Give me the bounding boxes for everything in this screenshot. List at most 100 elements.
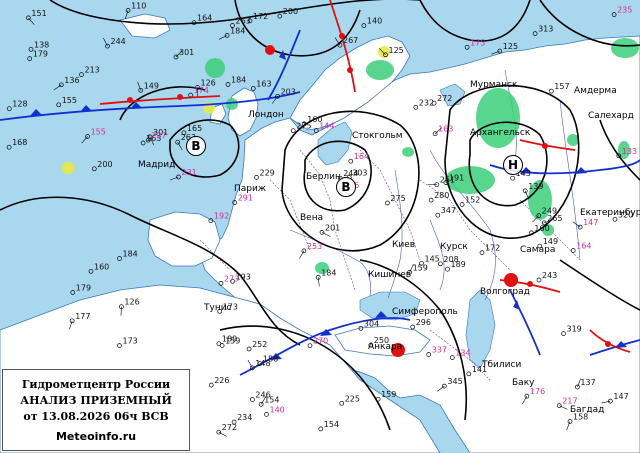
station-pressure-value: 275 bbox=[390, 194, 405, 203]
storm-marker bbox=[504, 273, 518, 287]
station-pressure-value: 148 bbox=[255, 359, 270, 368]
station-pressure-value: 272 bbox=[222, 423, 237, 432]
station-pressure-value: 155 bbox=[91, 128, 106, 137]
station-pressure-value: 154 bbox=[264, 395, 279, 404]
city-tunis: Тунис bbox=[204, 303, 232, 313]
station-pressure-value: 160 bbox=[94, 262, 109, 271]
station-pressure-value: 140 bbox=[270, 405, 285, 414]
precip-9 bbox=[567, 134, 579, 146]
station-pressure-value: 303 bbox=[352, 169, 367, 178]
station-pressure-value: 251 bbox=[440, 176, 455, 185]
station-pressure-value: 232 bbox=[419, 98, 434, 107]
station-pressure-value: 152 bbox=[465, 196, 480, 205]
station-pressure-value: 174 bbox=[194, 86, 209, 95]
station-pressure-value: 164 bbox=[197, 14, 212, 23]
station-pressure-value: 177 bbox=[75, 312, 90, 321]
map-legend: Гидрометцентр России АНАЛИЗ ПРИЗЕМНЫЙ от… bbox=[2, 369, 190, 451]
station-pressure-value: 272 bbox=[437, 94, 452, 103]
station-pressure-value: 337 bbox=[432, 346, 447, 355]
station-pressure-value: 128 bbox=[12, 100, 27, 109]
weather-map: 217 246 200 184 163 144 177 164 157 139 164 189 136 1… bbox=[0, 0, 640, 453]
city-simferopol: Симферополь bbox=[392, 307, 458, 317]
station-pressure-value: 145 bbox=[425, 254, 440, 263]
city-stockholm: Стокгольм bbox=[352, 131, 403, 141]
legend-title: АНАЛИЗ ПРИЗЕМНЫЙ bbox=[20, 394, 172, 407]
station-pressure-value: 179 bbox=[33, 50, 48, 59]
city-ekaterinburg: Екатеринбург bbox=[580, 208, 640, 218]
station-pressure-value: 125 bbox=[389, 46, 404, 55]
station-pressure-value: 125 bbox=[503, 42, 518, 51]
station-pressure-value: 137 bbox=[580, 378, 595, 387]
city-vena: Вена bbox=[300, 213, 324, 223]
city-ankara: Анкара bbox=[368, 342, 403, 352]
precip-1 bbox=[205, 58, 225, 78]
city-kishinev: Кишинев bbox=[368, 270, 412, 280]
station-pressure-value: 155 bbox=[62, 96, 77, 105]
precip-11 bbox=[402, 147, 414, 157]
station-pressure-value: 189 bbox=[222, 335, 237, 344]
storm-marker bbox=[265, 45, 275, 55]
station-pressure-value: 200 bbox=[283, 7, 298, 16]
station-pressure-value: 110 bbox=[131, 1, 146, 10]
station-pressure-value: 133 bbox=[622, 147, 637, 156]
city-parizh: Париж bbox=[234, 184, 266, 194]
station-pressure-value: 184 bbox=[321, 268, 336, 277]
station-pressure-value: 147 bbox=[613, 392, 628, 401]
station-pressure-value: 154 bbox=[324, 420, 339, 429]
city-kursk: Курск bbox=[440, 242, 468, 252]
station-pressure-value: 192 bbox=[214, 212, 229, 221]
station-pressure-value: 160 bbox=[534, 224, 549, 233]
station-pressure-value: 301 bbox=[179, 48, 194, 57]
legend-org: Гидрометцентр России bbox=[21, 378, 171, 391]
legend-site-link[interactable]: Meteoinfo.ru bbox=[3, 429, 189, 445]
city-tbilisi: Тбилиси bbox=[482, 360, 522, 370]
station-pressure-value: 253 bbox=[307, 242, 322, 251]
station-pressure-value: 347 bbox=[441, 206, 456, 215]
city-madrid: Мадрид bbox=[138, 160, 176, 170]
station-pressure-value: 304 bbox=[364, 319, 379, 328]
station-pressure-value: 345 bbox=[447, 377, 462, 386]
station-pressure-value: 265 bbox=[547, 214, 562, 223]
city-kiev: Киев bbox=[392, 240, 416, 250]
station-pressure-value: 151 bbox=[31, 9, 46, 18]
station-pressure-value: 172 bbox=[253, 12, 268, 21]
station-pressure-value: 147 bbox=[583, 218, 598, 227]
station-pressure-value: 267 bbox=[343, 36, 358, 45]
station-pressure-value: 234 bbox=[237, 413, 252, 422]
city-berlin: Берлин bbox=[306, 172, 341, 182]
station-pressure-value: 136 bbox=[64, 76, 79, 85]
warm-front-bump bbox=[177, 94, 183, 100]
station-pressure-value: 140 bbox=[367, 17, 382, 26]
station-pressure-value: 252 bbox=[252, 340, 267, 349]
station-pressure-value: 159 bbox=[381, 390, 396, 399]
station-pressure-value: 176 bbox=[530, 387, 545, 396]
station-pressure-value: 235 bbox=[617, 6, 632, 15]
station-pressure-value: 149 bbox=[144, 81, 159, 90]
station-pressure-value: 163 bbox=[256, 80, 271, 89]
city-baku: Баку bbox=[512, 378, 535, 388]
warm-front-bump bbox=[605, 341, 611, 347]
station-pressure-value: 173 bbox=[123, 337, 138, 346]
pressure-center-high-west: В bbox=[186, 136, 206, 156]
warm-front-bump bbox=[542, 143, 548, 149]
fog-1 bbox=[61, 162, 75, 174]
station-pressure-value: 200 bbox=[97, 160, 112, 169]
station-pressure-value: 244 bbox=[111, 37, 126, 46]
city-samara: Самара bbox=[520, 245, 556, 255]
station-pressure-value: 184 bbox=[231, 76, 246, 85]
station-pressure-value: 164 bbox=[576, 242, 591, 251]
city-arkhangelsk: Архангельск bbox=[470, 128, 531, 138]
station-pressure-value: 319 bbox=[567, 325, 582, 334]
pressure-center-low-east: Н bbox=[503, 155, 523, 175]
station-pressure-value: 229 bbox=[260, 168, 275, 177]
station-pressure-value: 172 bbox=[485, 244, 500, 253]
station-pressure-value: 225 bbox=[345, 394, 360, 403]
city-murmansk: Мурманск bbox=[470, 80, 518, 90]
station-pressure-value: 280 bbox=[434, 191, 449, 200]
warm-front-bump bbox=[347, 67, 353, 73]
station-pressure-value: 164 bbox=[354, 152, 369, 161]
station-pressure-value: 179 bbox=[76, 284, 91, 293]
station-pressure-value: 313 bbox=[538, 25, 553, 34]
station-pressure-value: 126 bbox=[124, 298, 139, 307]
legend-date: от 13.08.2026 06ч ВСВ bbox=[23, 410, 169, 423]
